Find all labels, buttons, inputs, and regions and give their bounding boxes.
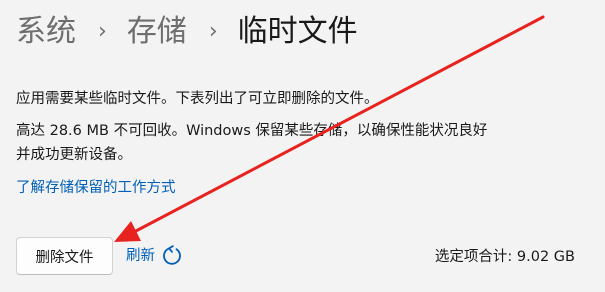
breadcrumb: 系统 › 存储 › 临时文件 [16, 8, 358, 56]
refresh-icon [163, 245, 181, 265]
refresh-label: 刷新 [126, 248, 155, 264]
reserved-storage-text: 高达 28.6 MB 不可回收。Windows 保留某些存储，以确保性能状况良好 [16, 123, 488, 139]
learn-storage-reserve-link[interactable]: 了解存储保留的工作方式 [16, 176, 176, 200]
breadcrumb-item-system[interactable]: 系统 [16, 8, 76, 56]
reserved-storage-text-continued: 并成功更新设备。 [16, 147, 132, 163]
breadcrumb-separator: › [98, 19, 107, 44]
page-title: 临时文件 [237, 14, 358, 49]
refresh-button[interactable]: 刷新 [126, 243, 183, 269]
selected-total: 选定项合计: 9.02 GB [434, 249, 575, 265]
delete-files-button[interactable]: 删除文件 [16, 237, 113, 275]
breadcrumb-item-storage[interactable]: 存储 [127, 8, 187, 56]
breadcrumb-separator: › [208, 19, 218, 44]
description-text: 应用需要某些临时文件。下表列出了可立即删除的文件。 [16, 91, 379, 107]
